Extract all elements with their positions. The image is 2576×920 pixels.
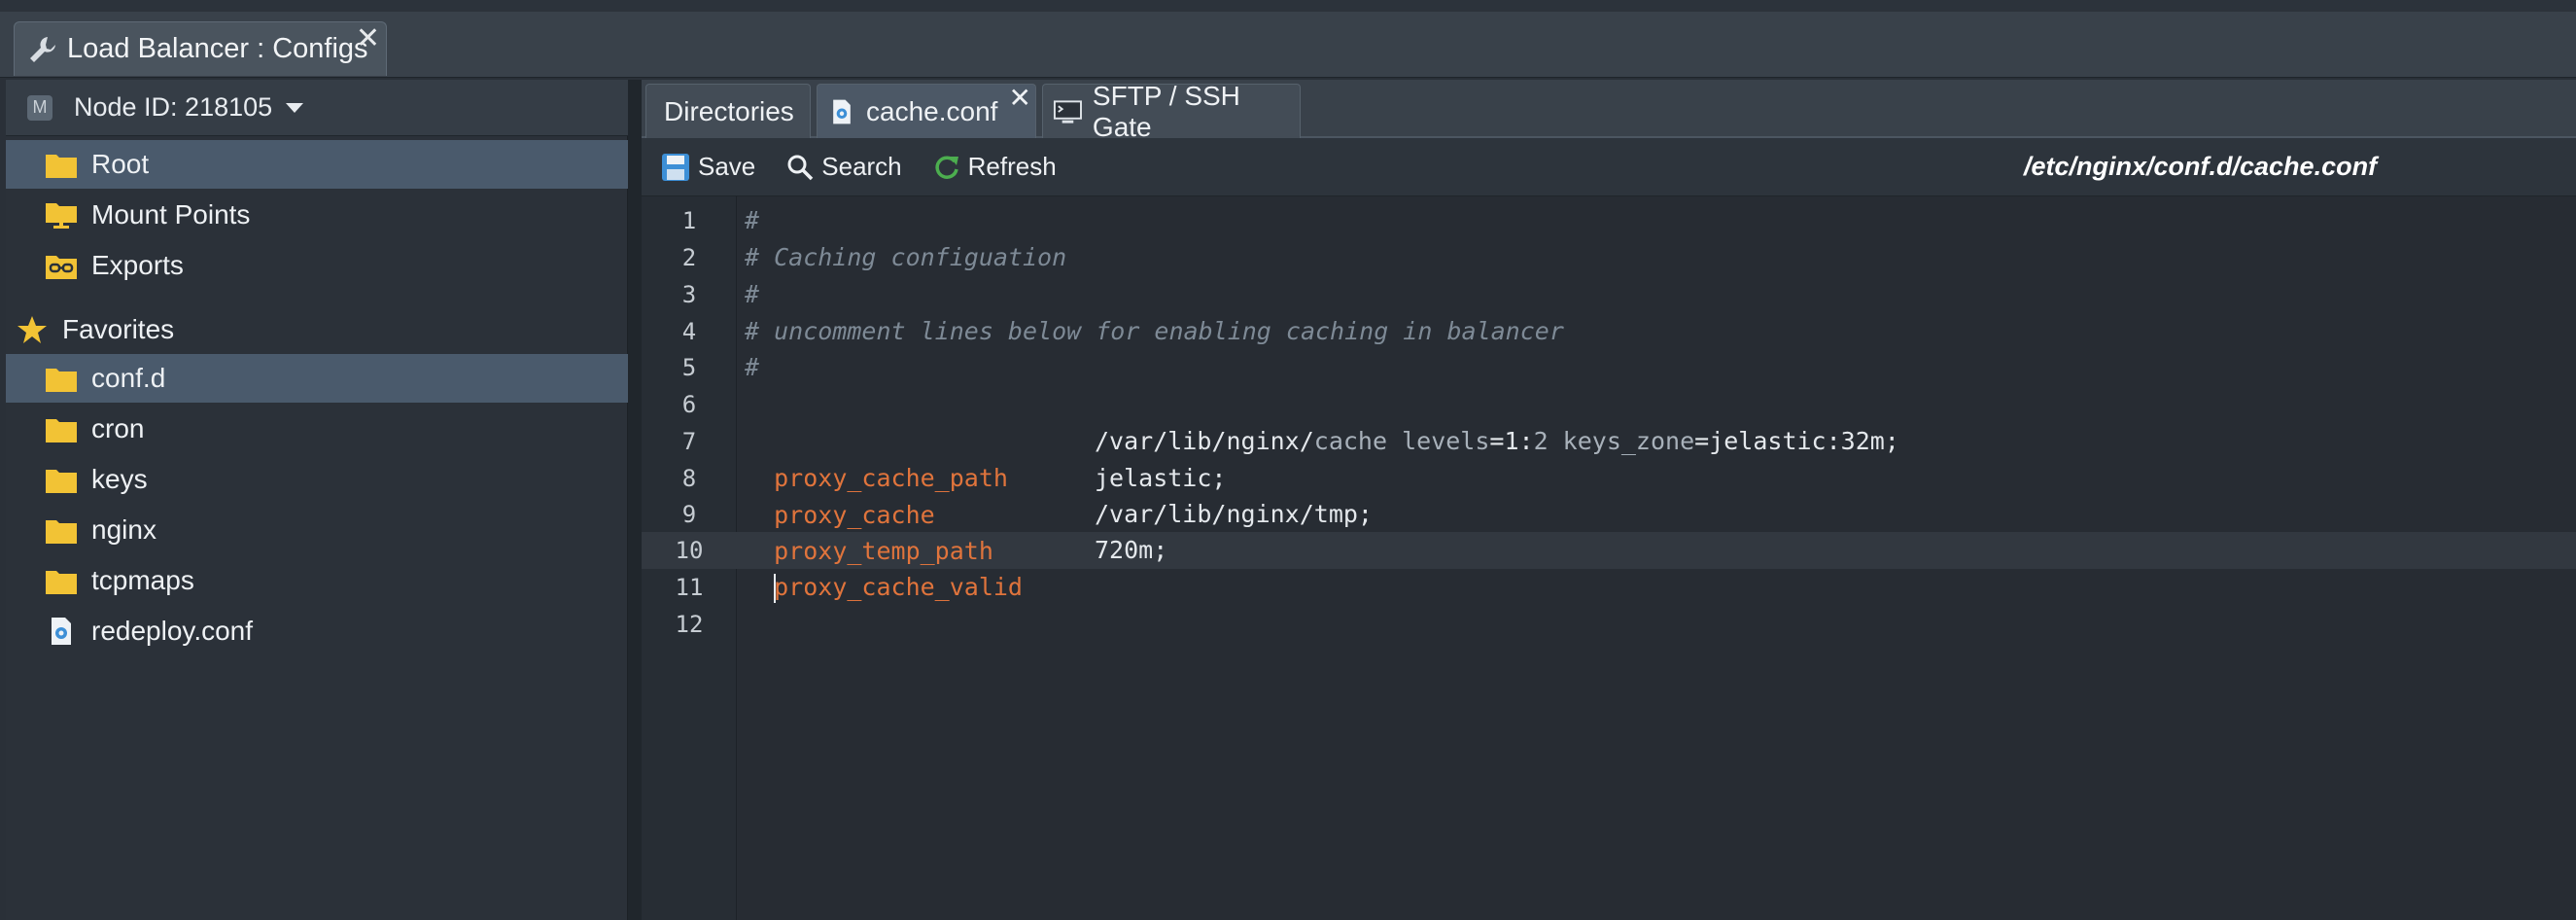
close-icon[interactable]: ✕ — [1009, 85, 1031, 112]
wrench-icon — [30, 36, 55, 62]
tree-item-label: Mount Points — [91, 199, 251, 230]
directive-value: jelastic; — [1095, 464, 1227, 492]
folder-icon — [46, 155, 77, 178]
config-file-icon — [52, 618, 71, 645]
comment-text: # — [745, 280, 760, 308]
tree-item-tcpmaps[interactable]: tcpmaps — [6, 556, 628, 605]
line-number: 12 — [675, 611, 704, 638]
node-selector[interactable]: M Node ID: 218105 — [6, 80, 628, 136]
line-number: 1 — [681, 207, 697, 234]
directive-value: /var/lib/nginx/ — [1095, 427, 1314, 455]
folder-icon — [46, 470, 77, 493]
line-number: 7 — [681, 428, 697, 455]
tab-label: SFTP / SSH Gate — [1092, 80, 1240, 142]
directive-value: cache levels — [1313, 427, 1490, 455]
code-line-3: # — [745, 276, 2576, 313]
exports-icon — [46, 256, 77, 279]
code-line-7-value: /var/lib/nginx/cache levels=1:2 keys_zon… — [1095, 423, 1969, 460]
tree-item-nginx[interactable]: nginx — [6, 506, 628, 554]
tree-item-redeploy-conf[interactable]: redeploy.conf — [6, 607, 628, 655]
editor-toolbar: Save Search Refresh /etc/nginx/conf.d/ca… — [642, 138, 2576, 196]
tree-item-label: nginx — [91, 514, 157, 545]
line-number: 8 — [681, 465, 697, 492]
favorites-label: Favorites — [62, 314, 175, 344]
folder-icon — [46, 520, 77, 544]
tree-item-label: tcpmaps — [91, 565, 194, 595]
directive-value: =1: — [1489, 427, 1534, 455]
comment-text: # uncomment lines below for enabling cac… — [745, 317, 1564, 345]
tab-label: cache.conf — [866, 95, 998, 126]
tree-item-keys[interactable]: keys — [6, 455, 628, 504]
file-tree-sidebar: M Node ID: 218105 Root Mount Points Expo… — [6, 80, 628, 920]
code-line-4: # uncomment lines below for enabling cac… — [745, 313, 2576, 350]
folder-icon — [46, 419, 77, 442]
code-line-2: # Caching configuation — [745, 239, 2576, 276]
directive-value: =jelastic:32m; — [1694, 427, 1899, 455]
tree-item-label: Exports — [91, 250, 184, 280]
tab-sftp-ssh-gate[interactable]: SFTP / SSH Gate — [1042, 81, 1301, 142]
sidebar-splitter[interactable] — [628, 80, 642, 920]
save-button[interactable]: Save — [661, 152, 755, 182]
config-file-icon — [833, 99, 851, 124]
line-number: 2 — [681, 244, 697, 271]
favorites-header[interactable]: Favorites — [6, 305, 628, 354]
comment-text: # Caching configuation — [745, 243, 1067, 271]
code-line-1: # — [745, 202, 2576, 239]
directive-value: 2 keys_zone — [1533, 427, 1695, 455]
editor-tab-bar: Directories cache.conf ✕ SFTP / SSH Gate — [642, 80, 2576, 142]
window-tab-title: Load Balancer : Configs — [67, 33, 368, 64]
node-label: Node ID: 218105 — [74, 92, 273, 122]
code-line-5: # — [745, 349, 2576, 386]
refresh-button[interactable]: Refresh — [933, 152, 1057, 182]
save-label: Save — [698, 152, 756, 181]
line-number: 10 — [675, 537, 704, 564]
tree-item-mount-points[interactable]: Mount Points — [6, 191, 628, 239]
line-number: 9 — [681, 501, 697, 528]
code-line-9-value: /var/lib/nginx/tmp; — [1095, 496, 1969, 533]
close-icon[interactable]: ✕ — [356, 24, 380, 53]
line-number: 5 — [681, 354, 697, 381]
tree-item-label: keys — [91, 464, 148, 494]
comment-text: # — [745, 353, 760, 381]
comment-text: # — [745, 206, 760, 234]
tree-item-label: conf.d — [91, 363, 166, 393]
code-line-10-value: 720m; — [1095, 532, 1969, 569]
line-number: 3 — [681, 281, 697, 308]
refresh-label: Refresh — [967, 152, 1057, 181]
window-tab-strip: Load Balancer : Configs ✕ — [0, 12, 2576, 78]
tab-directories[interactable]: Directories — [645, 84, 811, 138]
tree-item-root[interactable]: Root — [6, 140, 628, 189]
tab-cache-conf[interactable]: cache.conf ✕ — [817, 84, 1036, 138]
file-path: /etc/nginx/conf.d/cache.conf — [2024, 152, 2378, 181]
directive-name: proxy_cache_valid — [774, 573, 1023, 601]
tree-item-label: redeploy.conf — [91, 616, 254, 646]
folder-icon — [46, 369, 77, 392]
tree-item-label: Root — [91, 149, 150, 179]
terminal-icon — [1053, 99, 1082, 124]
tree-item-exports[interactable]: Exports — [6, 241, 628, 290]
directive-value: 720m; — [1095, 536, 1168, 564]
code-line-8-value: jelastic; — [1095, 460, 1969, 497]
tab-label: Directories — [664, 95, 794, 126]
top-bar — [0, 0, 2576, 12]
star-icon — [17, 316, 47, 343]
node-type-icon: M — [27, 94, 52, 121]
tree-item-conf-d[interactable]: conf.d — [6, 354, 628, 403]
refresh-icon — [935, 156, 958, 179]
line-number: 4 — [681, 318, 697, 345]
tree-item-label: cron — [91, 413, 145, 443]
line-number: 6 — [681, 391, 697, 418]
search-icon — [787, 155, 814, 180]
search-button[interactable]: Search — [786, 152, 902, 182]
search-label: Search — [821, 152, 902, 181]
tree-item-cron[interactable]: cron — [6, 405, 628, 453]
chevron-down-icon[interactable] — [286, 102, 304, 113]
directive-value: /var/lib/nginx/tmp; — [1095, 500, 1373, 528]
folder-icon — [46, 571, 77, 594]
mount-folder-icon — [46, 203, 77, 229]
save-icon — [662, 153, 689, 181]
line-number: 11 — [675, 574, 704, 601]
window-tab-load-balancer-configs[interactable]: Load Balancer : Configs ✕ — [14, 21, 387, 76]
